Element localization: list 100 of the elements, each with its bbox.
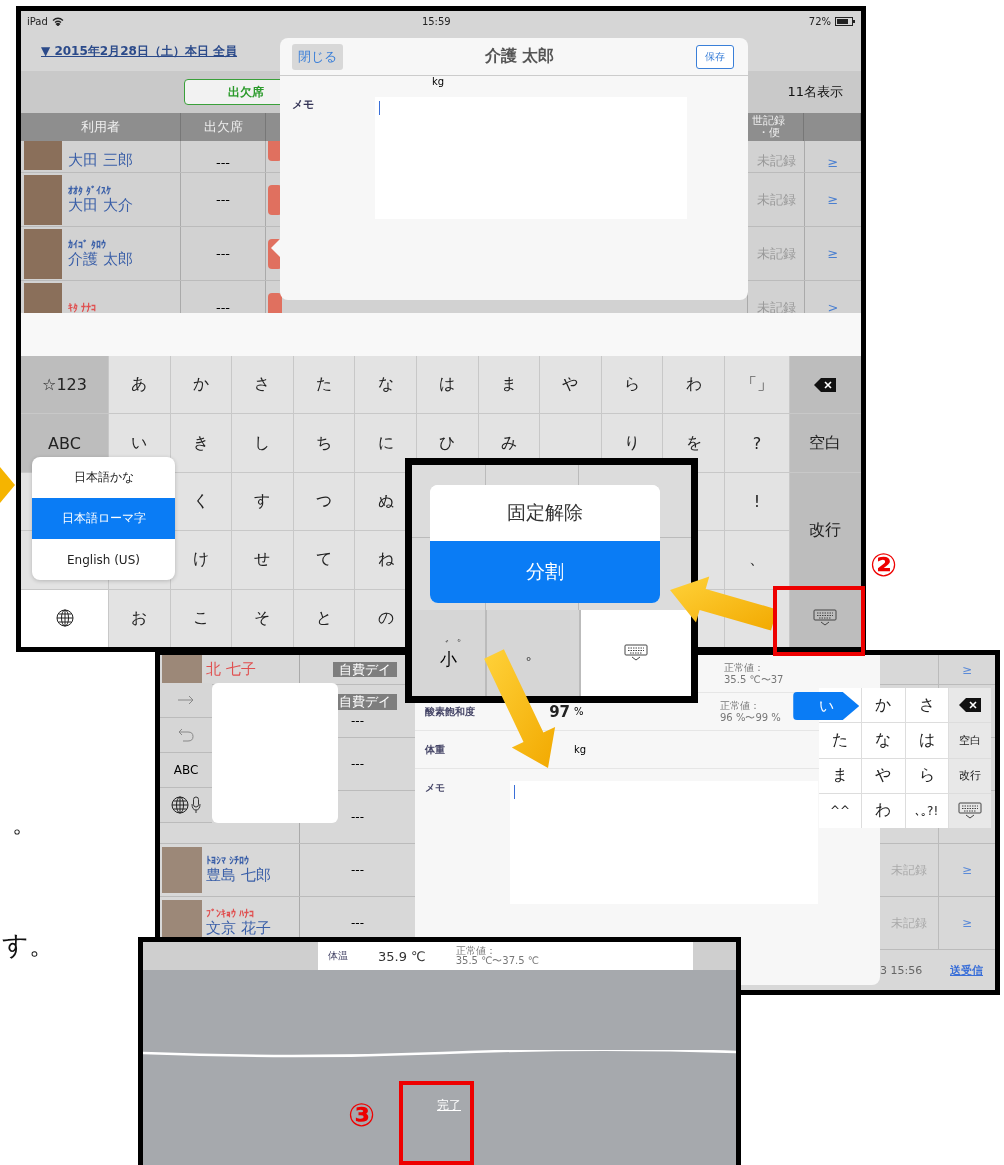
unit-label: kg	[573, 744, 588, 755]
hide-keyboard-key[interactable]	[948, 793, 991, 828]
keyboard-key[interactable]: ^^	[819, 793, 862, 828]
keyboard-key[interactable]: 空白	[789, 414, 861, 472]
keyboard-key[interactable]: さ	[232, 356, 293, 414]
text-cursor	[514, 785, 515, 799]
keyboard-key[interactable]: 改行	[948, 758, 991, 793]
kana-candidate-key[interactable]: い	[793, 692, 860, 720]
keyboard-key[interactable]: そ	[232, 589, 293, 647]
keyboard-key[interactable]: !	[724, 472, 789, 531]
delete-icon	[814, 377, 837, 392]
memo-field[interactable]	[375, 97, 687, 219]
keyboard-key[interactable]: ゛゜ 小	[412, 610, 485, 696]
table-row[interactable]: ﾄﾖｼﾏ ｼﾁﾛｳ 豊島 七郎 ---	[160, 844, 415, 897]
attendance-cell: ---	[351, 713, 364, 728]
step-number: ③	[348, 1096, 376, 1134]
keyboard-key[interactable]: や	[540, 356, 601, 414]
keyboard-key[interactable]: ☆123	[21, 356, 108, 414]
hide-keyboard-key[interactable]	[789, 589, 861, 647]
keyboard-key[interactable]: し	[232, 414, 293, 472]
keyboard-key[interactable]: た	[819, 723, 862, 758]
dialog-title: 介護 太郎	[484, 46, 555, 67]
column-header: ・便	[757, 127, 780, 139]
name-reading: ｶｲｺﾞ ﾀﾛｳ	[68, 238, 108, 250]
menu-item[interactable]: 日本語ローマ字	[32, 498, 175, 539]
keyboard-key[interactable]: け	[170, 531, 232, 589]
save-button[interactable]: 保存	[696, 44, 734, 69]
unit-label: kg	[431, 76, 446, 87]
keyboard-key[interactable]: に	[355, 414, 416, 472]
keyboard-key[interactable]: た	[293, 356, 355, 414]
field-label: 酸素飽和度	[425, 704, 476, 719]
keyboard-key[interactable]: こ	[170, 589, 232, 647]
attendance-cell: ---	[181, 173, 266, 226]
keyboard-key[interactable]: つ	[293, 472, 355, 531]
keyboard-hide-icon	[957, 801, 982, 820]
name-reading: ﾄﾖｼﾏ ｼﾁﾛｳ	[206, 855, 251, 866]
normal-range: 正常値：	[455, 945, 497, 956]
field-label: 体重	[425, 742, 446, 757]
right-arrow-icon	[177, 695, 195, 705]
keyboard-key[interactable]: は	[416, 356, 478, 414]
attendance-cell: ---	[351, 757, 364, 771]
keyboard-key[interactable]: て	[293, 531, 355, 589]
keyboard-key[interactable]: な	[355, 356, 416, 414]
keyboard-key[interactable]: お	[109, 589, 170, 647]
keyboard-key[interactable]: ま	[819, 758, 862, 793]
return-key[interactable]: 改行	[789, 472, 861, 589]
date-filter-link[interactable]: ▼ 2015年2月28日（土）本日 全員	[41, 42, 238, 60]
arrow-key[interactable]	[160, 683, 212, 718]
keyboard-key[interactable]: 「」	[724, 356, 789, 414]
keyboard-key[interactable]: 、	[724, 531, 789, 589]
delete-icon	[958, 698, 981, 713]
keyboard-hide-icon	[813, 609, 838, 628]
keyboard-key[interactable]: か	[170, 356, 232, 414]
unit-label: %	[573, 706, 585, 717]
delete-key[interactable]	[948, 688, 991, 723]
keyboard-key[interactable]: ?	[724, 414, 789, 472]
user-name: 大田 三郎	[68, 151, 133, 170]
keyboard-key[interactable]: さ	[905, 688, 948, 723]
keyboard-key[interactable]: な	[862, 723, 905, 758]
normal-range: 96 %〜99 %	[720, 711, 781, 723]
keyboard-key[interactable]: ち	[293, 414, 355, 472]
menu-item[interactable]: 分割	[430, 541, 660, 603]
keyboard-key[interactable]: ら	[905, 758, 948, 793]
keyboard-key[interactable]: き	[170, 414, 232, 472]
keyboard-key[interactable]: ABC	[160, 753, 212, 788]
field-value: 97	[548, 702, 570, 721]
keyboard-key[interactable]: ら	[601, 356, 663, 414]
keyboard-key[interactable]: や	[862, 758, 905, 793]
keyboard-key[interactable]: か	[862, 688, 905, 723]
keyboard-key[interactable]: は	[905, 723, 948, 758]
user-name: 豊島 七郎	[206, 866, 271, 885]
keyboard-key[interactable]: あ	[109, 356, 170, 414]
display-count: 11名表示	[787, 83, 843, 101]
globe-mic-key[interactable]	[160, 788, 212, 823]
text-cursor	[379, 101, 380, 115]
arrow-icon	[0, 465, 16, 505]
attendance-cell: ---	[351, 810, 364, 824]
keyboard-hide-icon	[624, 644, 648, 662]
sync-time: 3 15:56	[880, 963, 923, 977]
column-header: 利用者	[81, 120, 120, 134]
delete-key[interactable]	[789, 356, 861, 414]
keyboard-key[interactable]: と	[293, 589, 355, 647]
keyboard-key[interactable]: ま	[478, 356, 540, 414]
name-reading: ﾌﾞﾝｷｮｳ ﾊﾅｺ	[206, 908, 256, 919]
photo-placeholder	[162, 847, 202, 893]
hide-keyboard-key[interactable]	[581, 610, 691, 696]
keyboard-key[interactable]: せ	[232, 531, 293, 589]
keyboard-key[interactable]: わ	[663, 356, 724, 414]
memo-field[interactable]	[510, 781, 818, 904]
step-number: ②	[870, 546, 898, 584]
field-label: 体温	[328, 949, 348, 963]
photo-placeholder	[24, 174, 62, 225]
keyboard-key[interactable]: わ	[862, 793, 905, 828]
globe-key[interactable]	[21, 589, 108, 647]
text-fragment: す。	[2, 929, 55, 962]
globe-icon	[171, 796, 189, 814]
keyboard-key[interactable]: ､｡?!	[905, 793, 948, 828]
keyboard-key[interactable]: 空白	[948, 723, 991, 758]
keyboard-key[interactable]: す	[232, 472, 293, 531]
undo-key[interactable]	[160, 718, 212, 753]
